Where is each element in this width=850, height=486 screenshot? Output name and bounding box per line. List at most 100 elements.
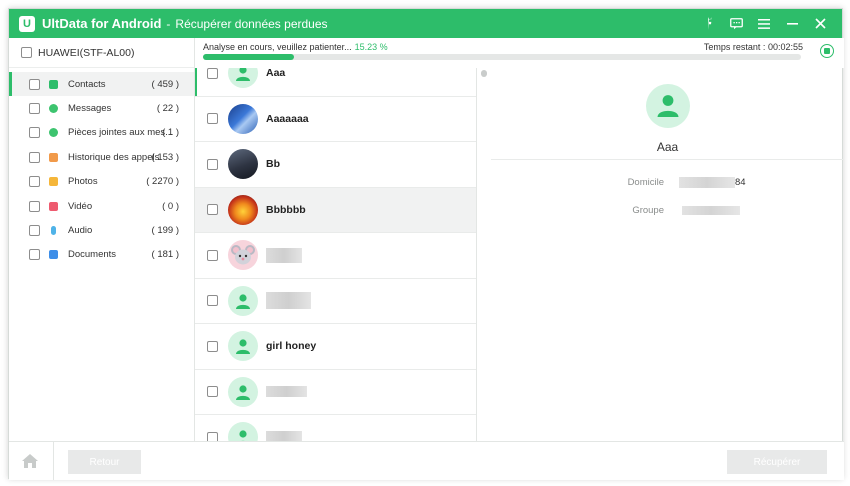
category-audio[interactable]: Audio ( 199 ) xyxy=(9,218,194,242)
progress-bar-fill xyxy=(203,54,295,60)
contact-row[interactable] xyxy=(195,415,476,441)
category-label: Contacts xyxy=(68,78,106,90)
category-list: Contacts ( 459 ) Messages ( 22 ) Pièces … xyxy=(9,68,194,267)
contact-list-scrollbar[interactable] xyxy=(480,68,488,441)
category-checkbox[interactable] xyxy=(29,176,40,188)
contact-checkbox[interactable] xyxy=(207,340,218,352)
contact-row[interactable]: Bb xyxy=(195,142,476,188)
category-photos[interactable]: Photos ( 2270 ) xyxy=(9,170,194,194)
title-bar: U UltData for Android - Récupérer donnée… xyxy=(9,9,842,38)
avatar xyxy=(228,240,258,271)
contact-name: Bb xyxy=(266,158,280,171)
category-label: Historique des appels xyxy=(68,151,160,163)
contact-name: Aaa xyxy=(266,68,286,80)
avatar xyxy=(228,331,258,362)
contact-checkbox[interactable] xyxy=(207,386,218,398)
app-name: UltData for Android xyxy=(42,16,162,31)
contact-checkbox[interactable] xyxy=(207,204,218,216)
category-call-history[interactable]: Historique des appels ( 153 ) xyxy=(9,145,194,169)
documents-icon xyxy=(49,250,58,260)
category-count: ( 2270 ) xyxy=(146,176,179,188)
feedback-icon[interactable] xyxy=(722,9,750,38)
redacted-value xyxy=(679,176,735,188)
call-history-icon xyxy=(49,152,58,162)
scan-progress: Analyse en cours, veuillez patienter... 1… xyxy=(195,38,844,68)
close-icon[interactable] xyxy=(806,9,834,38)
avatar xyxy=(228,103,258,134)
menu-icon[interactable] xyxy=(750,9,778,38)
contact-checkbox[interactable] xyxy=(207,68,218,79)
avatar xyxy=(228,68,258,89)
contact-row[interactable]: girl honey xyxy=(195,324,476,370)
avatar xyxy=(228,149,258,180)
person-icon xyxy=(235,68,251,82)
category-checkbox[interactable] xyxy=(29,151,40,163)
contact-row[interactable] xyxy=(195,279,476,324)
remaining-label: Temps restant : xyxy=(703,42,766,52)
category-count: ( 0 ) xyxy=(162,200,179,212)
redacted-name xyxy=(266,386,307,398)
contact-checkbox[interactable] xyxy=(207,295,218,307)
category-label: Vidéo xyxy=(68,200,93,212)
person-icon xyxy=(235,293,251,309)
category-count: ( 1 ) xyxy=(162,127,179,139)
stop-scan-button[interactable] xyxy=(820,44,834,58)
minimize-icon[interactable] xyxy=(778,9,806,38)
category-label: Audio xyxy=(68,225,93,237)
redacted-name xyxy=(266,430,302,441)
category-count: ( 153 ) xyxy=(151,151,179,163)
contact-detail: Aaa Domicile 84 Groupe xyxy=(491,68,844,441)
category-documents[interactable]: Documents ( 181 ) xyxy=(9,243,194,267)
category-checkbox[interactable] xyxy=(29,127,40,139)
person-icon xyxy=(656,93,680,120)
contact-list: Aaa Aaaaaaa Bb Bbbbbb girl honey xyxy=(195,68,477,441)
category-label: Photos xyxy=(68,176,98,188)
category-messages[interactable]: Messages ( 22 ) xyxy=(9,96,194,120)
contact-checkbox[interactable] xyxy=(207,431,218,441)
category-checkbox[interactable] xyxy=(29,78,40,90)
video-icon xyxy=(49,201,58,211)
facebook-icon[interactable] xyxy=(694,9,722,38)
category-checkbox[interactable] xyxy=(29,103,40,115)
category-panel: HUAWEI(STF-AL00) Contacts ( 459 ) Messag… xyxy=(9,38,195,441)
contact-row[interactable]: Aaa xyxy=(195,68,476,97)
divider xyxy=(53,442,54,480)
contact-row-selected[interactable]: Bbbbbb xyxy=(195,187,476,233)
contact-name: girl honey xyxy=(266,340,317,353)
app-logo-icon: U xyxy=(19,15,35,32)
contact-checkbox[interactable] xyxy=(207,158,218,170)
photos-icon xyxy=(49,177,58,187)
person-icon xyxy=(235,384,251,400)
category-checkbox[interactable] xyxy=(29,200,40,212)
back-button[interactable]: Retour xyxy=(68,450,141,474)
field-groupe: Groupe xyxy=(491,202,844,218)
app-window: U UltData for Android - Récupérer donnée… xyxy=(8,8,844,480)
contacts-icon xyxy=(49,79,58,89)
home-icon[interactable] xyxy=(22,454,38,468)
category-label: Documents xyxy=(68,249,117,261)
category-count: ( 459 ) xyxy=(151,78,179,90)
field-label: Groupe xyxy=(632,204,664,216)
contact-checkbox[interactable] xyxy=(207,113,218,125)
progress-status: Analyse en cours, veuillez patienter... xyxy=(203,42,352,52)
detail-avatar xyxy=(645,84,690,128)
category-checkbox[interactable] xyxy=(29,225,40,237)
person-icon xyxy=(235,338,251,355)
category-contacts[interactable]: Contacts ( 459 ) xyxy=(9,72,194,97)
contact-checkbox[interactable] xyxy=(207,249,218,261)
redacted-name xyxy=(266,247,302,263)
recover-button[interactable]: Récupérer xyxy=(727,450,827,474)
category-checkbox[interactable] xyxy=(29,249,40,261)
category-video[interactable]: Vidéo ( 0 ) xyxy=(9,194,194,218)
category-attachments[interactable]: Pièces jointes aux mes... ( 1 ) xyxy=(9,121,194,145)
contact-row[interactable] xyxy=(195,233,476,279)
detail-name: Aaa xyxy=(656,140,679,154)
scrollbar-thumb[interactable] xyxy=(481,70,487,77)
device-name: HUAWEI(STF-AL00) xyxy=(38,46,135,59)
stop-icon xyxy=(824,48,830,54)
category-count: ( 181 ) xyxy=(151,249,179,261)
contact-row[interactable]: Aaaaaaa xyxy=(195,97,476,142)
device-checkbox[interactable] xyxy=(21,47,32,58)
window-title: Récupérer données perdues xyxy=(175,16,328,31)
contact-row[interactable] xyxy=(195,370,476,415)
